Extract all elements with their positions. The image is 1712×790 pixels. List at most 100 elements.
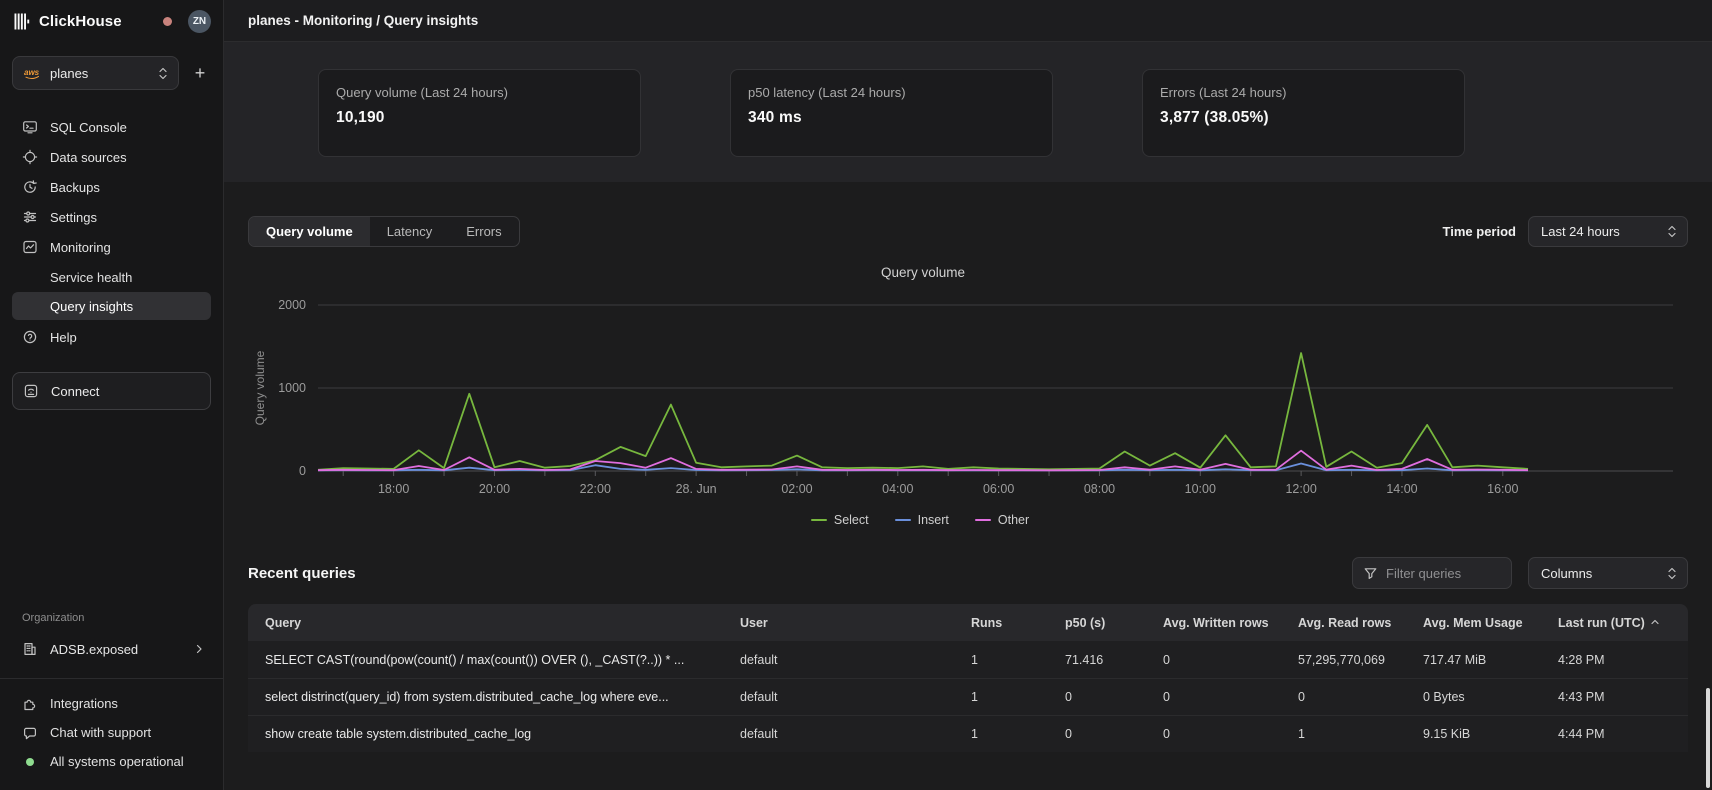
cell-user: default [723,653,954,667]
sidebar-item-data-sources[interactable]: Data sources [12,142,211,172]
cell-avg-mem-usage: 717.47 MiB [1406,653,1541,667]
stats-band: Query volume (Last 24 hours) 10,190 p50 … [224,42,1712,182]
filter-queries-input[interactable] [1386,566,1496,581]
query-volume-chart: 01000200018:0020:0022:0028. Jun02:0004:0… [248,261,1688,527]
column-header-avg-read-rows[interactable]: Avg. Read rows [1281,616,1406,630]
status-label: All systems operational [50,754,184,769]
organization-selector[interactable]: ADSB.exposed [12,634,211,664]
filter-queries-box [1352,557,1512,589]
x-tick-label: 02:00 [781,482,812,496]
recent-queries-table: Query User Runs p50 (s) Avg. Written row… [248,604,1688,752]
stat-card-p50-latency: p50 latency (Last 24 hours) 340 ms [730,69,1053,157]
legend-swatch [895,519,911,522]
legend-item-insert[interactable]: Insert [895,513,949,527]
sidebar-item-integrations[interactable]: Integrations [12,689,211,718]
backups-icon [22,179,38,195]
chevron-updown-icon [1667,566,1677,581]
avatar[interactable]: ZN [188,10,211,33]
tab-errors[interactable]: Errors [449,217,518,246]
puzzle-icon [22,696,38,712]
cell-avg-read-rows: 0 [1281,690,1406,704]
cell-avg-read-rows: 57,295,770,069 [1281,653,1406,667]
column-header-avg-mem-usage[interactable]: Avg. Mem Usage [1406,616,1541,630]
connect-label: Connect [51,384,99,399]
table-row[interactable]: show create table system.distributed_cac… [248,715,1688,752]
cell-last-run: 4:43 PM [1541,690,1688,704]
app-window: ClickHouse ZN aws planes + SQL Conso [0,0,1712,790]
sidebar-item-chat-support[interactable]: Chat with support [12,718,211,747]
brand-row: ClickHouse ZN [12,0,211,42]
breadcrumb-text: planes - Monitoring / Query insights [248,13,478,28]
cell-query: SELECT CAST(round(pow(count() / max(coun… [248,653,723,667]
sidebar-item-help[interactable]: Help [12,322,211,352]
aws-icon: aws [23,67,42,80]
stat-value: 340 ms [748,109,1035,127]
tab-latency[interactable]: Latency [370,217,450,246]
legend-item-select[interactable]: Select [811,513,869,527]
y-tick-label: 2000 [278,298,306,312]
cell-avg-mem-usage: 0 Bytes [1406,690,1541,704]
recent-queries-title: Recent queries [248,565,356,582]
column-header-user[interactable]: User [723,616,954,630]
system-status[interactable]: All systems operational [12,747,211,776]
breadcrumb: planes - Monitoring / Query insights [224,0,1712,42]
table-row[interactable]: select distrinct(query_id) from system.d… [248,678,1688,715]
tab-query-volume[interactable]: Query volume [249,217,370,246]
x-tick-label: 14:00 [1386,482,1417,496]
chevron-updown-icon [158,66,168,81]
cell-query: select distrinct(query_id) from system.d… [248,690,723,704]
chat-icon [22,725,38,741]
scrollbar-thumb[interactable] [1706,688,1710,788]
cell-avg-mem-usage: 9.15 KiB [1406,727,1541,741]
chevron-right-icon [193,643,205,655]
settings-icon [22,209,38,225]
legend-label: Select [834,513,869,527]
time-period-select[interactable]: Last 24 hours [1528,216,1688,247]
sidebar-item-sql-console[interactable]: SQL Console [12,112,211,142]
column-header-query[interactable]: Query [248,616,723,630]
help-icon [22,329,38,345]
cell-runs: 1 [954,653,1048,667]
cell-avg-read-rows: 1 [1281,727,1406,741]
columns-select[interactable]: Columns [1528,557,1688,589]
column-header-last-run[interactable]: Last run (UTC) [1541,616,1688,630]
table-header-row: Query User Runs p50 (s) Avg. Written row… [248,604,1688,641]
column-header-avg-written-rows[interactable]: Avg. Written rows [1146,616,1281,630]
cell-p50: 0 [1048,690,1146,704]
legend-swatch [811,519,827,522]
sidebar-item-backups[interactable]: Backups [12,172,211,202]
table-row[interactable]: SELECT CAST(round(pow(count() / max(coun… [248,641,1688,678]
column-header-runs[interactable]: Runs [954,616,1048,630]
sidebar-item-label: Monitoring [50,240,111,255]
sidebar-item-label: Backups [50,180,100,195]
x-tick-label: 10:00 [1185,482,1216,496]
cell-user: default [723,727,954,741]
monitoring-icon [22,239,38,255]
add-service-button[interactable]: + [189,64,211,82]
stat-title: Query volume (Last 24 hours) [336,85,623,100]
y-tick-label: 0 [299,464,306,478]
time-period-label: Time period [1443,224,1516,239]
brand-name: ClickHouse [39,13,122,30]
sidebar-item-query-insights[interactable]: Query insights [12,292,211,320]
sidebar-subitem-label: Service health [50,270,132,285]
x-tick-label: 08:00 [1084,482,1115,496]
cell-runs: 1 [954,690,1048,704]
data-sources-icon [22,149,38,165]
sidebar-item-settings[interactable]: Settings [12,202,211,232]
cell-runs: 1 [954,727,1048,741]
chart-canvas: 01000200018:0020:0022:0028. Jun02:0004:0… [248,261,1688,511]
legend-item-other[interactable]: Other [975,513,1029,527]
sidebar-item-service-health[interactable]: Service health [12,263,211,291]
sidebar-subitem-label: Query insights [50,299,133,314]
connect-button[interactable]: Connect [12,372,211,410]
x-tick-label: 22:00 [580,482,611,496]
service-selector[interactable]: aws planes [12,56,179,90]
x-tick-label: 04:00 [882,482,913,496]
sidebar-item-monitoring[interactable]: Monitoring [12,232,211,262]
cell-avg-written-rows: 0 [1146,690,1281,704]
column-header-p50[interactable]: p50 (s) [1048,616,1146,630]
content: Query volume Latency Errors Time period … [224,182,1712,790]
cell-avg-written-rows: 0 [1146,653,1281,667]
legend-label: Insert [918,513,949,527]
